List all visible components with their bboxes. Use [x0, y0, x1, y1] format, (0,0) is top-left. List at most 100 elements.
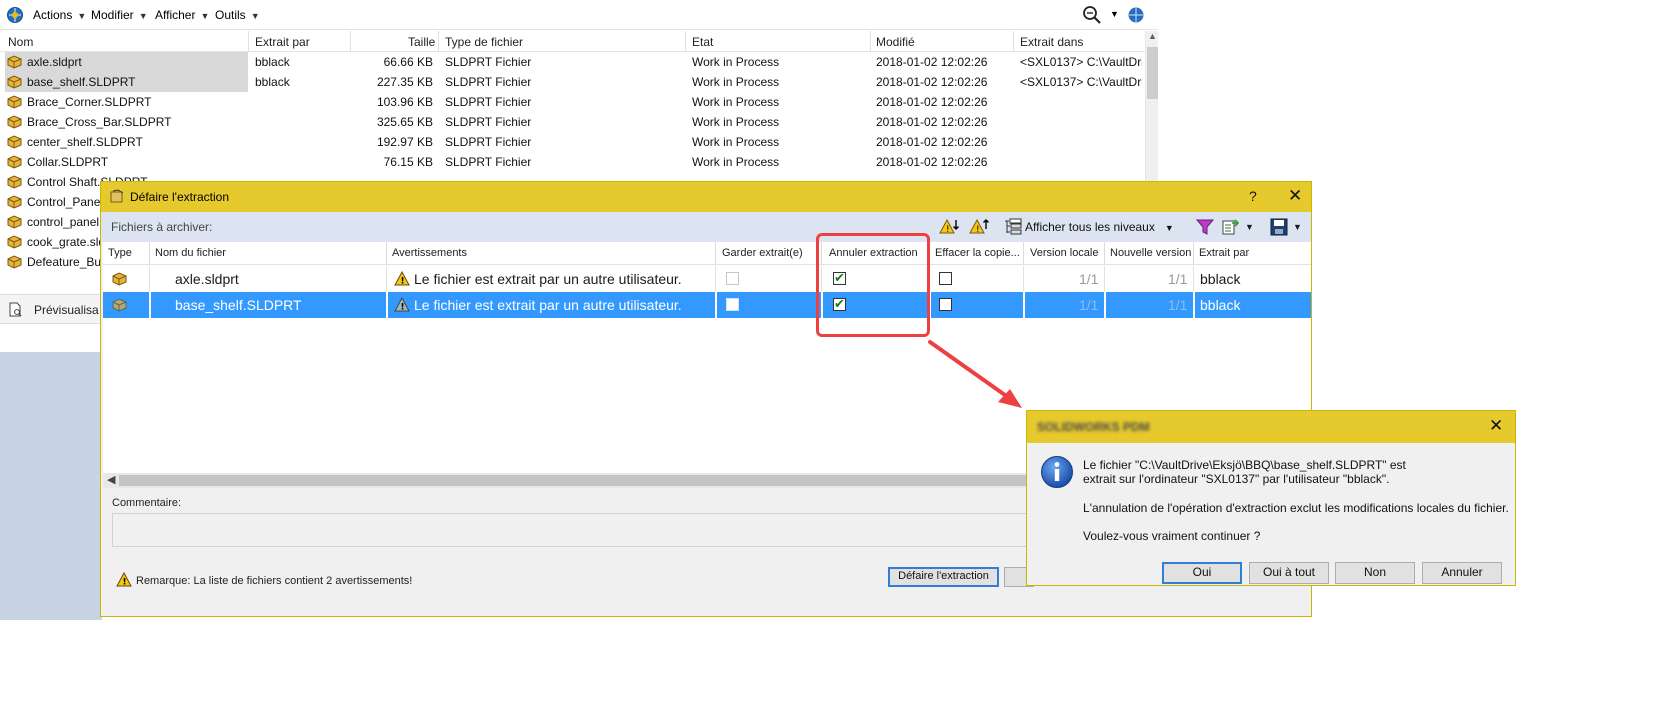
dialog-title: Défaire l'extraction: [130, 190, 229, 204]
delete-local-copy-checkbox[interactable]: [939, 298, 952, 311]
cancel-button[interactable]: Annuler: [1422, 562, 1502, 584]
confirm-message-box: SOLIDWORKS PDM ✕ Le fichier "C:\VaultDri…: [1026, 410, 1516, 586]
caret-down-icon: ▼: [138, 11, 148, 21]
preview-document-icon: [9, 302, 22, 317]
filter-icon[interactable]: [1195, 218, 1215, 236]
cell-type: SLDPRT Fichier: [445, 75, 532, 89]
column-extrait-par[interactable]: Extrait par: [255, 35, 310, 49]
caret-down-icon[interactable]: ▼: [1245, 222, 1254, 232]
scrollbar-thumb[interactable]: [119, 475, 1179, 486]
scroll-up-icon[interactable]: ▲: [1148, 31, 1157, 41]
dialog-close-button[interactable]: ✕: [1288, 186, 1302, 206]
cell-location: <SXL0137> C:\VaultDrive: [1020, 75, 1142, 89]
part-file-icon: [7, 255, 22, 269]
svg-text:!: !: [401, 277, 405, 287]
column-delete-copy[interactable]: Effacer la copie...: [935, 247, 1020, 259]
warning-previous-icon[interactable]: !: [969, 218, 989, 236]
cell-modified: 2018-01-02 12:02:26: [876, 55, 988, 69]
caret-down-icon: ▼: [1164, 223, 1174, 233]
cell-type: SLDPRT Fichier: [445, 95, 532, 109]
caret-down-icon[interactable]: ▼: [1293, 222, 1302, 232]
caret-down-icon: ▼: [77, 11, 87, 21]
yes-button[interactable]: Oui: [1162, 562, 1242, 584]
column-file-name[interactable]: Nom du fichier: [155, 247, 226, 259]
new-version-value: 1/1: [1168, 271, 1188, 287]
part-file-icon: [7, 155, 22, 169]
column-etat[interactable]: Etat: [692, 35, 713, 49]
list-item[interactable]: center_shelf.SLDPRT 192.97 KB SLDPRT Fichi…: [0, 132, 1145, 152]
column-keep-checked-out[interactable]: Garder extrait(e): [722, 247, 803, 259]
list-item[interactable]: Collar.SLDPRT 76.15 KB SLDPRT Fichier Work …: [0, 152, 1145, 172]
no-button[interactable]: Non: [1335, 562, 1415, 584]
part-file-icon: [7, 55, 22, 69]
menu-actions[interactable]: Actions ▼: [33, 8, 86, 22]
list-item[interactable]: base_shelf.SLDPRT bblack 227.35 KB SLDPRT F…: [0, 72, 1145, 92]
preview-tab-label: Prévisualisa: [34, 303, 99, 317]
svg-text:!: !: [976, 225, 980, 235]
part-file-icon: [7, 135, 22, 149]
cell-size: 66.66 KB: [383, 55, 433, 69]
vault-app-icon[interactable]: [6, 6, 24, 24]
svg-text:!: !: [401, 303, 405, 313]
message-close-button[interactable]: ✕: [1489, 416, 1503, 436]
column-extrait-dans[interactable]: Extrait dans: [1020, 35, 1083, 49]
menu-afficher[interactable]: Afficher ▼: [155, 8, 209, 22]
show-all-levels-dropdown[interactable]: Afficher tous les niveaux ▼: [1025, 220, 1174, 234]
menu-outils[interactable]: Outils ▼: [215, 8, 260, 22]
tree-levels-icon[interactable]: [1003, 218, 1023, 236]
zoom-search-icon[interactable]: [1082, 5, 1102, 25]
keep-checked-out-checkbox[interactable]: [726, 298, 739, 311]
list-item[interactable]: axle.sldprt bblack 66.66 KB SLDPRT Fichier W…: [0, 52, 1145, 72]
highlight-annotation: [816, 233, 930, 337]
grid-row-selected[interactable]: base_shelf.SLDPRT ! Le fichier est extra…: [103, 292, 1311, 318]
cell-type: SLDPRT Fichier: [445, 55, 532, 69]
remark-warning: ! Remarque: La liste de fichiers contien…: [116, 569, 412, 587]
column-taille[interactable]: Taille: [408, 35, 435, 49]
undo-checkout-button[interactable]: Défaire l'extraction: [888, 567, 999, 587]
cell-state: Work in Process: [692, 155, 780, 169]
column-warnings[interactable]: Avertissements: [392, 247, 467, 259]
cell-state: Work in Process: [692, 55, 780, 69]
cell-size: 325.65 KB: [376, 115, 433, 129]
cell-type: SLDPRT Fichier: [445, 155, 532, 169]
cell-state: Work in Process: [692, 75, 780, 89]
delete-local-copy-checkbox[interactable]: [939, 272, 952, 285]
cell-size: 227.35 KB: [376, 75, 433, 89]
cell-modified: 2018-01-02 12:02:26: [876, 135, 988, 149]
svg-text:!: !: [123, 578, 127, 588]
column-modifie[interactable]: Modifié: [876, 35, 915, 49]
column-type[interactable]: Type: [108, 247, 132, 259]
message-line-1: Le fichier "C:\VaultDrive\Eksjö\BBQ\base…: [1083, 458, 1406, 472]
preview-tab[interactable]: Prévisualisa: [0, 294, 102, 324]
column-new-version[interactable]: Nouvelle version: [1110, 247, 1191, 259]
list-item[interactable]: Brace_Corner.SLDPRT 103.96 KB SLDPRT Fichi…: [0, 92, 1145, 112]
grid-row[interactable]: axle.sldprt ! Le fichier est extrait par…: [103, 266, 1311, 292]
scrollbar-thumb[interactable]: [1147, 47, 1158, 99]
keep-checked-out-checkbox[interactable]: [726, 272, 739, 285]
cell-by: bblack: [255, 75, 290, 89]
vault-globe-icon[interactable]: [1126, 5, 1146, 25]
list-item[interactable]: Brace_Cross_Bar.SLDPRT 325.65 KB SLDPRT Fi…: [0, 112, 1145, 132]
export-icon[interactable]: [1221, 218, 1241, 236]
save-icon[interactable]: [1269, 218, 1289, 236]
warning-next-icon[interactable]: !: [939, 218, 959, 236]
part-file-icon: [7, 235, 22, 249]
checked-out-by-value: bblack: [1200, 297, 1241, 313]
explorer-empty-area: [0, 325, 102, 352]
column-nom[interactable]: Nom: [8, 35, 33, 49]
cell-size: 103.96 KB: [376, 95, 433, 109]
part-file-icon: [112, 272, 127, 286]
help-button[interactable]: ?: [1249, 188, 1257, 204]
scroll-left-icon[interactable]: ◀: [107, 473, 115, 486]
explorer-preview-pane: [0, 352, 102, 620]
column-checked-out-by[interactable]: Extrait par: [1199, 247, 1249, 259]
caret-down-icon[interactable]: ▼: [1110, 9, 1119, 19]
caret-down-icon: ▼: [250, 11, 260, 21]
menu-modifier[interactable]: Modifier ▼: [91, 8, 148, 22]
cell-name: Brace_Cross_Bar.SLDPRT: [27, 115, 172, 129]
column-type[interactable]: Type de fichier: [445, 35, 523, 49]
warning-icon: !: [116, 572, 132, 587]
column-local-version[interactable]: Version locale: [1030, 247, 1099, 259]
cell-type: SLDPRT Fichier: [445, 135, 532, 149]
yes-to-all-button[interactable]: Oui à tout: [1249, 562, 1329, 584]
